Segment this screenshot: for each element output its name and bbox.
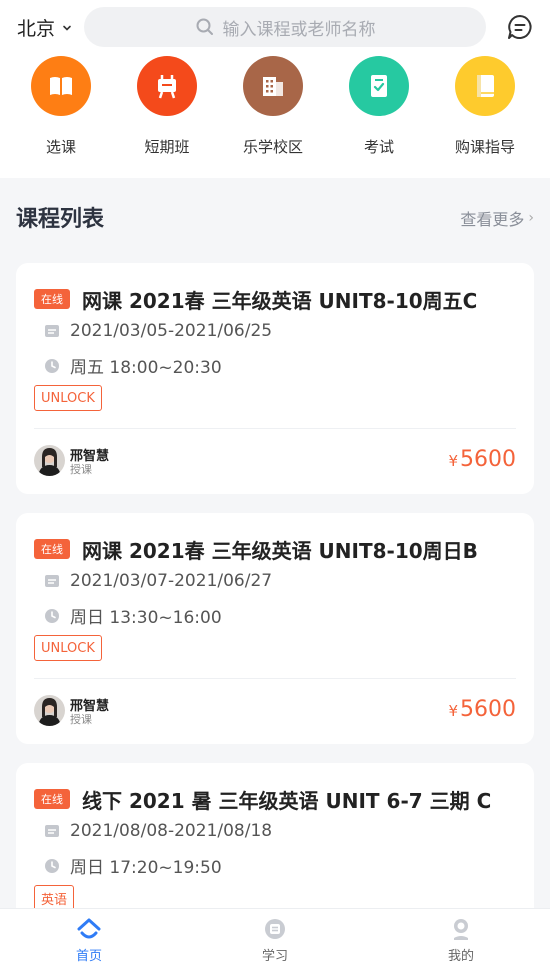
search-icon (196, 18, 213, 35)
top-area: 北京 输入课程或老师名称 选课 短期班 乐学校区 考试 购课指导 (0, 0, 550, 178)
category-short-term[interactable]: 短期班 (114, 56, 220, 157)
calendar-icon (45, 825, 59, 837)
course-title: 线下 2021 暑 三年级英语 UNIT 6-7 三期 C (82, 789, 492, 813)
section-title: 课程列表 (16, 207, 105, 232)
search-placeholder: 输入课程或老师名称 (222, 19, 376, 40)
course-title: 网课 2021春 三年级英语 UNIT8-10周五C (82, 289, 478, 313)
course-date: 2021/03/07-2021/06/27 (70, 571, 273, 591)
online-tag: 在线 (34, 789, 70, 809)
course-title: 网课 2021春 三年级英语 UNIT8-10周日B (82, 539, 478, 563)
course-date: 2021/08/08-2021/08/18 (70, 821, 273, 841)
category-label: 选课 (45, 138, 76, 156)
tab-label: 学习 (261, 949, 288, 964)
course-date-row: 2021/08/08-2021/08/18 (44, 821, 272, 841)
clock-icon (45, 608, 59, 623)
category-grid: 选课 短期班 乐学校区 考试 购课指导 (0, 56, 550, 166)
teacher-role: 授课 (70, 463, 92, 476)
study-icon (265, 919, 285, 939)
online-tag: 在线 (34, 539, 70, 559)
course-time: 周日 17:20~19:50 (70, 858, 222, 878)
course-badge: UNLOCK (34, 385, 102, 411)
category-label: 购课指导 (454, 138, 515, 156)
category-label: 乐学校区 (242, 138, 303, 156)
tab-study[interactable]: 学习 (215, 917, 335, 964)
tab-label: 我的 (447, 949, 474, 964)
building-icon (243, 56, 303, 116)
search-input[interactable]: 输入课程或老师名称 (84, 7, 486, 47)
course-price: ¥5600 (448, 697, 516, 722)
message-icon[interactable] (506, 13, 534, 41)
currency-symbol: ¥ (448, 702, 458, 720)
exam-icon (349, 56, 409, 116)
course-time: 周日 13:30~16:00 (70, 608, 222, 628)
bottom-tab-bar: 首页 学习 我的 (0, 908, 550, 965)
profile-icon (454, 919, 468, 940)
price-value: 5600 (460, 697, 516, 722)
category-select-course[interactable]: 选课 (8, 56, 114, 157)
header: 北京 输入课程或老师名称 (0, 0, 550, 56)
course-time-row: 周日 13:30~16:00 (44, 603, 222, 628)
course-card[interactable]: 在线 网课 2021春 三年级英语 UNIT8-10周五C 2021/03/05… (16, 263, 534, 494)
chevron-down-icon (63, 25, 71, 31)
teacher-avatar (34, 445, 65, 476)
city-label: 北京 (17, 18, 56, 40)
home-icon (77, 918, 101, 939)
currency-symbol: ¥ (448, 452, 458, 470)
clock-icon (45, 358, 59, 373)
course-time-row: 周五 18:00~20:30 (44, 353, 222, 378)
tab-label: 首页 (75, 949, 102, 964)
city-selector[interactable]: 北京 (17, 14, 73, 41)
category-label: 短期班 (144, 138, 190, 156)
category-campus[interactable]: 乐学校区 (220, 56, 326, 157)
divider (34, 678, 516, 679)
course-date-row: 2021/03/07-2021/06/27 (44, 571, 272, 591)
chevron-right-icon: › (528, 210, 534, 226)
teacher-role: 授课 (70, 713, 92, 726)
teacher-avatar (34, 695, 65, 726)
view-more-label: 查看更多 (460, 210, 525, 229)
price-value: 5600 (460, 447, 516, 472)
calendar-icon (45, 575, 59, 587)
course-time-row: 周日 17:20~19:50 (44, 853, 222, 878)
tab-home[interactable]: 首页 (29, 917, 149, 964)
calendar-icon (45, 325, 59, 337)
course-date: 2021/03/05-2021/06/25 (70, 321, 273, 341)
divider (34, 428, 516, 429)
course-price: ¥5600 (448, 447, 516, 472)
category-label: 考试 (363, 138, 394, 156)
clock-icon (45, 858, 59, 873)
easel-icon (137, 56, 197, 116)
online-tag: 在线 (34, 289, 70, 309)
course-time: 周五 18:00~20:30 (70, 358, 222, 378)
course-card[interactable]: 在线 网课 2021春 三年级英语 UNIT8-10周日B 2021/03/07… (16, 513, 534, 744)
guide-book-icon (455, 56, 515, 116)
tab-profile[interactable]: 我的 (401, 917, 521, 964)
course-date-row: 2021/03/05-2021/06/25 (44, 321, 272, 341)
category-exam[interactable]: 考试 (326, 56, 432, 157)
view-more-link[interactable]: 查看更多 › (460, 206, 534, 230)
course-badge: UNLOCK (34, 635, 102, 661)
category-buying-guide[interactable]: 购课指导 (432, 56, 538, 157)
book-icon (31, 56, 91, 116)
